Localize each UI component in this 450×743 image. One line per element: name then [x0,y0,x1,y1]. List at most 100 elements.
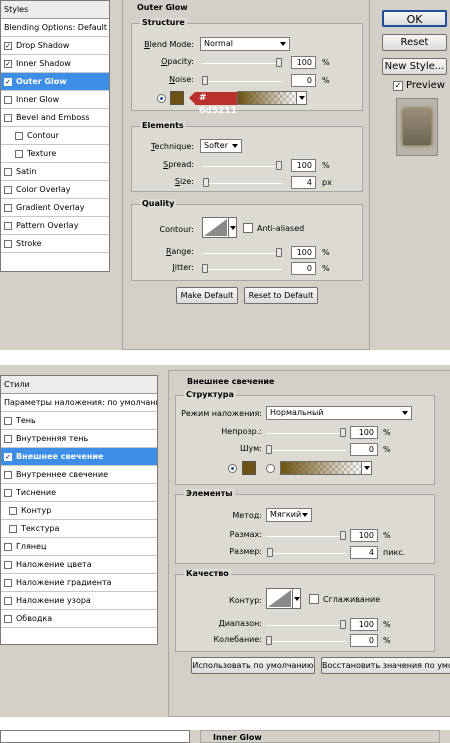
size-slider[interactable] [202,183,282,184]
color-radio[interactable] [157,94,166,103]
style-checkbox[interactable] [9,525,17,533]
style-checkbox[interactable] [4,114,12,122]
noise-slider-thumb[interactable] [202,76,208,85]
style-checkbox[interactable] [4,240,12,248]
style-checkbox[interactable] [4,222,12,230]
style-checkbox[interactable] [15,150,23,158]
style-item-gradient-overlay[interactable]: Gradient Overlay [1,199,109,217]
style-item-глянец[interactable]: Глянец [1,538,157,556]
style-checkbox[interactable] [9,507,17,515]
jitter-slider-thumb[interactable] [266,636,272,645]
new-style-button[interactable]: New Style... [382,58,447,75]
style-item-наложение-градиента[interactable]: Наложение градиента [1,574,157,592]
noise-input[interactable]: 0 [291,74,316,87]
style-item-обводка[interactable]: Обводка [1,610,157,628]
gradient-picker[interactable] [280,461,372,475]
style-checkbox[interactable] [4,471,12,479]
gradient-radio[interactable] [266,464,275,473]
range-slider-thumb[interactable] [340,620,346,629]
technique-select[interactable]: Мягкий [266,508,312,522]
contour-preview[interactable] [266,588,293,609]
style-item-texture[interactable]: Texture [1,145,109,163]
style-checkbox[interactable] [4,543,12,551]
opacity-slider[interactable] [202,63,282,64]
blend-mode-select[interactable]: Нормальный [266,406,412,420]
range-slider[interactable] [266,625,346,626]
spread-input[interactable]: 100 [291,159,316,172]
opacity-slider-thumb[interactable] [340,428,346,437]
style-checkbox[interactable] [4,417,12,425]
reset-button[interactable]: Reset [382,34,447,51]
reset-to-default-button[interactable]: Reset to Default [244,287,318,304]
contour-preview[interactable] [202,217,229,238]
style-checkbox[interactable] [4,561,12,569]
glow-color-swatch[interactable] [170,91,184,105]
size-input[interactable]: 4 [291,176,316,189]
anti-aliased-checkbox[interactable] [309,594,319,604]
jitter-input[interactable]: 0 [291,262,316,275]
style-item-внутренняя-тень[interactable]: Внутренняя тень [1,430,157,448]
style-item-тиснение[interactable]: Тиснение [1,484,157,502]
style-item-контур[interactable]: Контур [1,502,157,520]
opacity-input[interactable]: 100 [291,56,316,69]
style-item-тень[interactable]: Тень [1,412,157,430]
style-checkbox[interactable]: ✓ [4,453,12,461]
noise-slider[interactable] [266,450,346,451]
gradient-picker[interactable] [237,91,307,105]
jitter-input[interactable]: 0 [350,634,378,647]
style-checkbox[interactable] [4,186,12,194]
style-item-параметры-наложения-по-умолчанию[interactable]: Параметры наложения: по умолчанию [1,394,157,412]
jitter-slider[interactable] [202,269,282,270]
opacity-input[interactable]: 100 [350,426,378,439]
jitter-slider-thumb[interactable] [202,264,208,273]
style-checkbox[interactable]: ✓ [4,42,12,50]
contour-dropdown[interactable] [293,588,301,609]
style-checkbox[interactable]: ✓ [4,60,12,68]
style-checkbox[interactable] [4,204,12,212]
style-checkbox[interactable] [4,615,12,623]
style-item-outer-glow[interactable]: ✓ Outer Glow [1,73,109,91]
make-default-button[interactable]: Использовать по умолчанию [191,657,315,674]
style-checkbox[interactable] [4,168,12,176]
style-item-наложение-цвета[interactable]: Наложение цвета [1,556,157,574]
style-item-blending-options-default[interactable]: Blending Options: Default [1,19,109,37]
style-checkbox[interactable] [4,96,12,104]
range-input[interactable]: 100 [291,246,316,259]
spread-slider[interactable] [202,166,282,167]
style-item-satin[interactable]: Satin [1,163,109,181]
style-item-inner-glow[interactable]: Inner Glow [1,91,109,109]
opacity-slider[interactable] [266,433,346,434]
style-item-color-overlay[interactable]: Color Overlay [1,181,109,199]
style-item-contour[interactable]: Contour [1,127,109,145]
opacity-slider-thumb[interactable] [276,58,282,67]
range-slider[interactable] [202,253,282,254]
jitter-slider[interactable] [266,641,346,642]
style-checkbox[interactable] [4,435,12,443]
anti-aliased-checkbox[interactable] [243,223,253,233]
style-checkbox[interactable] [15,132,23,140]
style-item-stroke[interactable]: Stroke [1,235,109,253]
size-slider-thumb[interactable] [267,548,273,557]
style-checkbox[interactable] [4,489,12,497]
preview-checkbox[interactable]: ✓ [393,81,403,91]
reset-to-default-button[interactable]: Восстановить значения по умолчанию [321,657,450,674]
blend-mode-select[interactable]: Normal [200,37,290,51]
spread-slider-thumb[interactable] [340,531,346,540]
style-item-inner-shadow[interactable]: ✓ Inner Shadow [1,55,109,73]
range-slider-thumb[interactable] [276,248,282,257]
style-item-bevel-and-emboss[interactable]: Bevel and Emboss [1,109,109,127]
spread-input[interactable]: 100 [350,529,378,542]
size-slider[interactable] [266,553,346,554]
style-item-наложение-узора[interactable]: Наложение узора [1,592,157,610]
noise-slider-thumb[interactable] [266,445,272,454]
spread-slider[interactable] [266,536,346,537]
ok-button[interactable]: OK [382,10,447,27]
range-input[interactable]: 100 [350,618,378,631]
spread-slider-thumb[interactable] [276,161,282,170]
style-checkbox[interactable] [4,579,12,587]
noise-input[interactable]: 0 [350,443,378,456]
size-slider-thumb[interactable] [203,178,209,187]
style-item-drop-shadow[interactable]: ✓ Drop Shadow [1,37,109,55]
style-item-текстура[interactable]: Текстура [1,520,157,538]
make-default-button[interactable]: Make Default [176,287,238,304]
